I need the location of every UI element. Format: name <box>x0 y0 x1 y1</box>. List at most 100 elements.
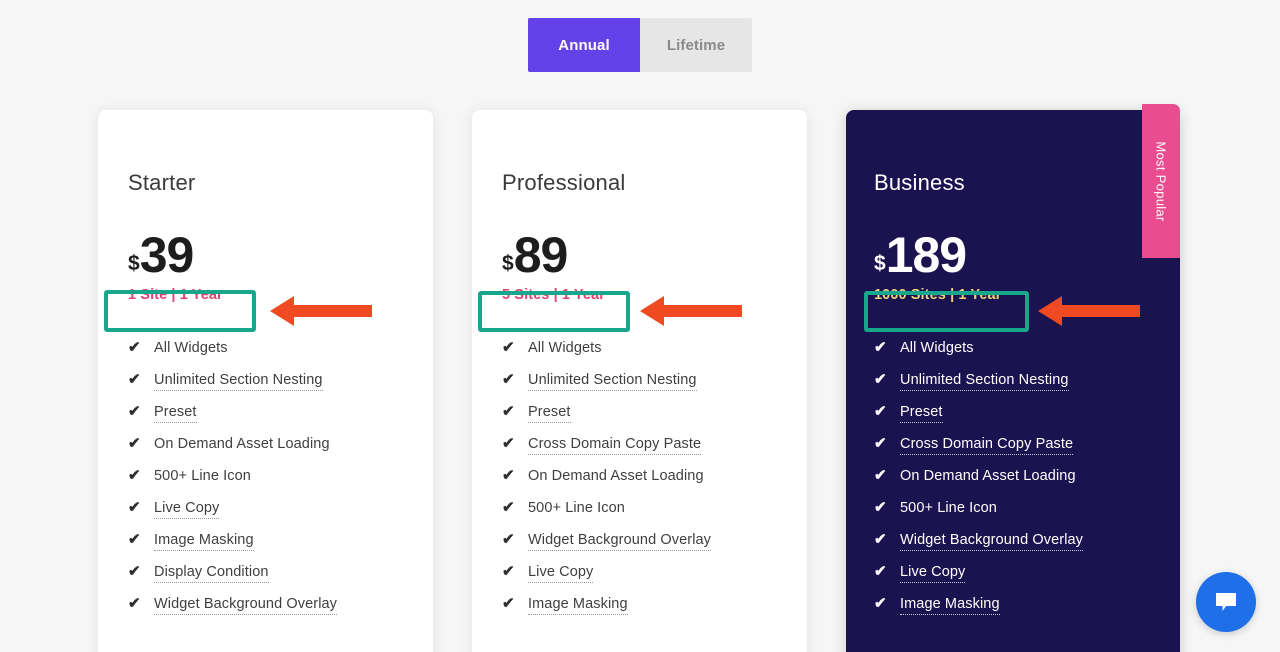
check-icon: ✔ <box>128 338 141 356</box>
feature-item: ✔ 500+ Line Icon <box>874 500 1152 532</box>
feature-label[interactable]: Widget Background Overlay <box>154 596 338 615</box>
check-icon: ✔ <box>874 562 887 580</box>
feature-list: ✔ All Widgets ✔ Unlimited Section Nestin… <box>874 340 1152 628</box>
chat-launcher-button[interactable] <box>1196 572 1256 632</box>
check-icon: ✔ <box>502 338 515 356</box>
feature-label: On Demand Asset Loading <box>528 467 704 484</box>
check-icon: ✔ <box>128 594 141 612</box>
currency-symbol: $ <box>128 252 140 275</box>
check-icon: ✔ <box>502 434 515 452</box>
plan-name: Starter <box>128 170 196 195</box>
check-icon: ✔ <box>874 466 887 484</box>
feature-label[interactable]: Preset <box>900 404 943 423</box>
price-amount: 39 <box>139 227 195 283</box>
license-term: 1000 Sites | 1 Year <box>874 287 1002 303</box>
feature-item: ✔ Cross Domain Copy Paste <box>502 436 777 468</box>
plan-name: Professional <box>502 170 626 195</box>
feature-label[interactable]: Widget Background Overlay <box>900 532 1084 551</box>
currency-symbol: $ <box>874 252 886 275</box>
most-popular-ribbon: Most Popular <box>1142 104 1180 258</box>
feature-item: ✔ Image Masking <box>874 596 1152 628</box>
feature-label[interactable]: Image Masking <box>900 596 1000 615</box>
feature-item: ✔ 500+ Line Icon <box>502 500 777 532</box>
check-icon: ✔ <box>128 434 141 452</box>
billing-period-toggle[interactable]: Annual Lifetime <box>528 18 752 72</box>
feature-label[interactable]: Widget Background Overlay <box>528 532 712 551</box>
feature-label[interactable]: Cross Domain Copy Paste <box>900 436 1074 455</box>
feature-item: ✔ Preset <box>874 404 1152 436</box>
toggle-option-annual-label: Annual <box>558 36 610 54</box>
check-icon: ✔ <box>128 370 141 388</box>
toggle-option-lifetime[interactable]: Lifetime <box>640 18 752 72</box>
check-icon: ✔ <box>128 402 141 420</box>
check-icon: ✔ <box>874 338 887 356</box>
feature-item: ✔ 500+ Line Icon <box>128 468 403 500</box>
plan-name: Business <box>874 170 965 195</box>
pricing-page: Annual Lifetime Starter $ 39 1 Site | 1 … <box>0 0 1280 652</box>
feature-list: ✔ All Widgets ✔ Unlimited Section Nestin… <box>128 340 403 628</box>
feature-label: 500+ Line Icon <box>154 467 251 484</box>
plan-price: $ 39 <box>128 230 403 280</box>
pricing-card-business[interactable]: Business $ 189 1000 Sites | 1 Year ✔ All… <box>846 110 1180 652</box>
feature-label[interactable]: Live Copy <box>528 564 594 583</box>
check-icon: ✔ <box>128 562 141 580</box>
feature-list: ✔ All Widgets ✔ Unlimited Section Nestin… <box>502 340 777 628</box>
feature-label: 500+ Line Icon <box>528 499 625 516</box>
feature-label[interactable]: Unlimited Section Nesting <box>154 372 323 391</box>
feature-item: ✔ Widget Background Overlay <box>874 532 1152 564</box>
pricing-card-starter[interactable]: Starter $ 39 1 Site | 1 Year ✔ All Widge… <box>98 110 433 652</box>
feature-item: ✔ Display Condition <box>128 564 403 596</box>
toggle-option-lifetime-label: Lifetime <box>666 36 726 54</box>
check-icon: ✔ <box>874 530 887 548</box>
check-icon: ✔ <box>128 466 141 484</box>
feature-item: ✔ Preset <box>502 404 777 436</box>
check-icon: ✔ <box>502 370 515 388</box>
feature-item: ✔ Live Copy <box>502 564 777 596</box>
feature-item: ✔ On Demand Asset Loading <box>502 468 777 500</box>
feature-label[interactable]: Image Masking <box>154 532 254 551</box>
most-popular-label: Most Popular <box>1153 140 1169 222</box>
feature-item: ✔ Live Copy <box>128 500 403 532</box>
feature-item: ✔ Preset <box>128 404 403 436</box>
check-icon: ✔ <box>502 402 515 420</box>
feature-item: ✔ Cross Domain Copy Paste <box>874 436 1152 468</box>
check-icon: ✔ <box>874 594 887 612</box>
feature-label: All Widgets <box>900 339 974 356</box>
license-term: 1 Site | 1 Year <box>128 287 223 303</box>
feature-item: ✔ Unlimited Section Nesting <box>128 372 403 404</box>
feature-label[interactable]: Live Copy <box>154 500 220 519</box>
plan-price: $ 89 <box>502 230 777 280</box>
feature-label[interactable]: Live Copy <box>900 564 966 583</box>
check-icon: ✔ <box>874 434 887 452</box>
price-amount: 89 <box>513 227 569 283</box>
pricing-card-professional[interactable]: Professional $ 89 5 Sites | 1 Year ✔ All… <box>472 110 807 652</box>
feature-item: ✔ All Widgets <box>128 340 403 372</box>
feature-item: ✔ On Demand Asset Loading <box>128 436 403 468</box>
feature-item: ✔ Unlimited Section Nesting <box>502 372 777 404</box>
feature-label[interactable]: Display Condition <box>154 564 269 583</box>
feature-label[interactable]: Unlimited Section Nesting <box>900 372 1069 391</box>
feature-item: ✔ Live Copy <box>874 564 1152 596</box>
toggle-option-annual[interactable]: Annual <box>528 18 640 72</box>
price-amount: 189 <box>885 227 967 283</box>
feature-item: ✔ Widget Background Overlay <box>502 532 777 564</box>
feature-label[interactable]: Unlimited Section Nesting <box>528 372 697 391</box>
check-icon: ✔ <box>502 498 515 516</box>
feature-item: ✔ On Demand Asset Loading <box>874 468 1152 500</box>
check-icon: ✔ <box>128 530 141 548</box>
feature-label[interactable]: Preset <box>154 404 197 423</box>
license-term: 5 Sites | 1 Year <box>502 287 605 303</box>
feature-label[interactable]: Image Masking <box>528 596 628 615</box>
feature-label: All Widgets <box>528 339 602 356</box>
feature-item: ✔ Image Masking <box>502 596 777 628</box>
currency-symbol: $ <box>502 252 514 275</box>
check-icon: ✔ <box>502 594 515 612</box>
feature-label: All Widgets <box>154 339 228 356</box>
check-icon: ✔ <box>128 498 141 516</box>
chat-bubble-icon <box>1216 593 1236 611</box>
feature-item: ✔ Unlimited Section Nesting <box>874 372 1152 404</box>
feature-label[interactable]: Cross Domain Copy Paste <box>528 436 702 455</box>
feature-item: ✔ Widget Background Overlay <box>128 596 403 628</box>
feature-item: ✔ All Widgets <box>502 340 777 372</box>
feature-label[interactable]: Preset <box>528 404 571 423</box>
